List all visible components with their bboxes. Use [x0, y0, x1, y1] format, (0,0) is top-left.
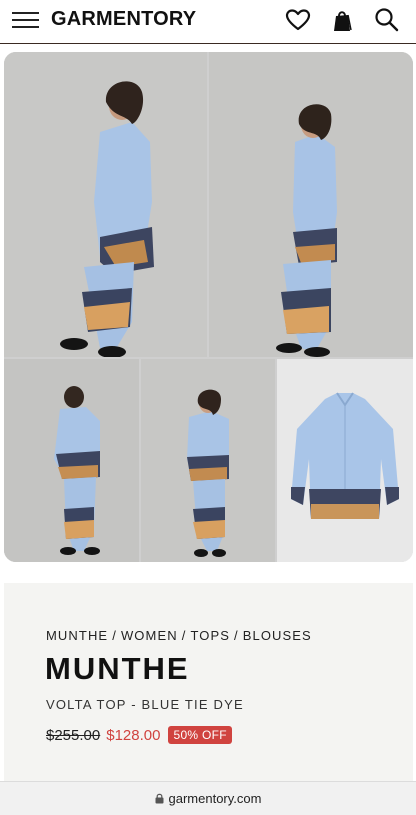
- breadcrumb-tops[interactable]: TOPS: [190, 628, 230, 643]
- product-image-back-view[interactable]: [4, 359, 139, 562]
- product-image-three-quarter-view[interactable]: [209, 52, 413, 357]
- browser-url-bar[interactable]: garmentory.com: [0, 781, 416, 815]
- discount-badge: 50% OFF: [168, 726, 232, 744]
- breadcrumb: MUNTHE / WOMEN / TOPS / BLOUSES: [46, 628, 312, 643]
- original-price: $255.00: [46, 726, 101, 744]
- site-header: GARMENTORY: [0, 0, 416, 44]
- product-image-flat-lay[interactable]: [277, 359, 413, 562]
- breadcrumb-women[interactable]: WOMEN: [121, 628, 178, 643]
- site-logo[interactable]: GARMENTORY: [51, 8, 196, 31]
- product-image-side-view[interactable]: [4, 52, 207, 357]
- price-row: $255.00 $128.00 50% OFF: [46, 725, 232, 745]
- lock-icon: [155, 793, 164, 804]
- heart-icon[interactable]: [284, 6, 312, 34]
- hamburger-menu-icon[interactable]: [12, 10, 39, 30]
- shopping-bag-icon[interactable]: [328, 6, 356, 34]
- product-image-front-view[interactable]: [141, 359, 275, 562]
- sale-price: $128.00: [106, 726, 161, 744]
- product-info-panel: MUNTHE / WOMEN / TOPS / BLOUSES MUNTHE VOLTA T…: [4, 583, 413, 783]
- product-image-gallery: [4, 52, 413, 562]
- breadcrumb-separator: /: [112, 628, 117, 643]
- url-display[interactable]: garmentory.com: [0, 791, 416, 806]
- breadcrumb-brand[interactable]: MUNTHE: [46, 628, 108, 643]
- breadcrumb-blouses[interactable]: BLOUSES: [243, 628, 312, 643]
- search-icon[interactable]: [373, 6, 401, 34]
- product-brand[interactable]: MUNTHE: [45, 651, 190, 687]
- url-text: garmentory.com: [168, 791, 262, 806]
- breadcrumb-separator: /: [181, 628, 187, 643]
- breadcrumb-separator: /: [234, 628, 239, 643]
- product-name: VOLTA TOP - BLUE TIE DYE: [46, 697, 244, 712]
